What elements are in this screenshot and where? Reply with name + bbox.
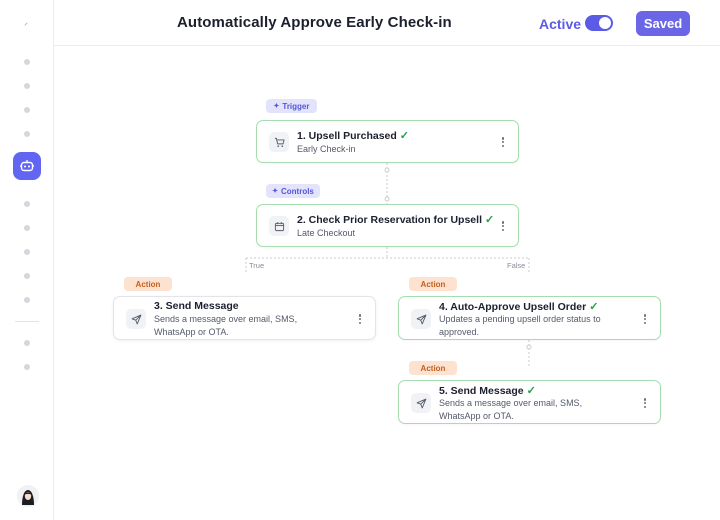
more-options-icon[interactable] [640,396,650,410]
top-header: Automatically Approve Early Check-in Act… [54,0,720,46]
more-options-icon[interactable] [640,312,650,326]
node-title: 2. Check Prior Reservation for Upsell ✓ [297,213,494,226]
more-options-icon[interactable] [498,135,508,149]
check-icon: ✓ [526,385,536,397]
node-subtitle: Early Check-in [297,144,356,154]
node-subtitle: Late Checkout [297,228,356,238]
check-icon: ✓ [399,130,410,142]
node-title: 4. Auto-Approve Upsell Order ✓ [439,300,598,313]
send-icon [416,314,426,324]
workflow-node-5[interactable]: 5. Send Message ✓ Sends a message over em… [398,380,661,424]
sidebar: ⸝ [0,0,54,520]
workflow-node-2[interactable]: 2. Check Prior Reservation for Upsell ✓ L… [256,204,519,247]
node-title-text: 3. Send Message [154,300,239,312]
send-icon [131,314,141,324]
sidebar-item-4[interactable] [24,131,30,137]
node-title-text: 5. Send Message [439,385,524,397]
node-subtitle: Sends a message over email, SMS, WhatsAp… [439,398,583,421]
node-icon-container [411,393,431,413]
controls-tag-label: Controls [280,186,314,196]
robot-icon [20,160,34,172]
node-icon-container [126,309,146,329]
workflow-connectors [245,163,532,366]
active-toggle[interactable] [585,15,613,31]
branch-false-label: False [507,261,526,270]
node-title-text: 1. Upsell Purchased [297,130,397,142]
app-logo[interactable]: ⸝ [24,19,31,27]
sidebar-item-6[interactable] [24,201,30,207]
user-avatar-icon [17,485,39,507]
sidebar-divider [15,321,39,322]
trigger-tag: ✦ Trigger [266,99,317,113]
action-tag: Action [409,361,457,375]
node-icon-container [269,132,289,152]
more-options-icon[interactable] [498,219,508,233]
calendar-icon [274,221,284,231]
workflow-node-4[interactable]: 4. Auto-Approve Upsell Order ✓ Updates a … [398,296,661,340]
sidebar-item-12[interactable] [24,364,30,370]
node-title: 1. Upsell Purchased ✓ [297,129,409,142]
sparkle-icon: ✦ [273,103,280,110]
node-subtitle: Updates a pending upsell order status to… [439,314,601,337]
workflow-node-1[interactable]: 1. Upsell Purchased ✓ Early Check-in [256,120,519,163]
sidebar-item-automations[interactable] [13,152,41,180]
controls-tag: ✦ Controls [266,184,320,198]
trigger-tag-label: Trigger [282,101,310,111]
sidebar-item-11[interactable] [24,340,30,346]
user-avatar[interactable] [17,485,39,507]
action-tag: Action [409,277,457,291]
cart-icon [274,137,285,147]
sidebar-item-8[interactable] [24,249,30,255]
node-title-text: 2. Check Prior Reservation for Upsell [297,214,482,226]
more-options-icon[interactable] [355,312,365,326]
node-title: 3. Send Message [154,300,239,312]
workflow-node-3[interactable]: 3. Send Message Sends a message over ema… [113,296,376,340]
sidebar-item-2[interactable] [24,83,30,89]
node-subtitle: Sends a message over email, SMS, WhatsAp… [154,314,298,337]
sidebar-item-7[interactable] [24,225,30,231]
saved-button[interactable]: Saved [636,11,690,36]
action-tag: Action [124,277,172,291]
node-icon-container [411,309,431,329]
branch-true-label: True [249,261,265,270]
node-title: 5. Send Message ✓ [439,384,536,397]
check-icon: ✓ [589,301,599,313]
sidebar-item-3[interactable] [24,107,30,113]
sidebar-item-1[interactable] [24,59,30,65]
check-icon: ✓ [484,214,495,226]
send-icon [416,398,426,408]
page-title: Automatically Approve Early Check-in [177,14,452,31]
sidebar-item-10[interactable] [24,297,30,303]
toggle-knob [599,17,611,29]
active-status-label: Active [539,16,582,32]
node-icon-container [269,216,289,236]
sidebar-item-9[interactable] [24,273,30,279]
node-title-text: 4. Auto-Approve Upsell Order [439,301,587,313]
sparkle-icon: ✦ [272,188,278,195]
